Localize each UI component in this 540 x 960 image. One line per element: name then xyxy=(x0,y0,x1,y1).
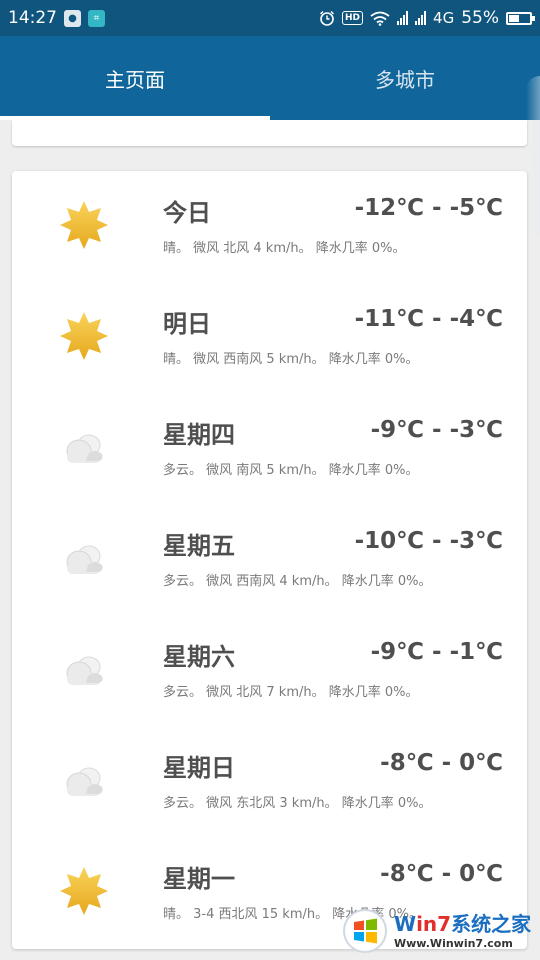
forecast-day: 今日 xyxy=(163,199,211,227)
status-bar: 14:27 ● ⌗ HD 4G 55% xyxy=(0,0,540,36)
cloud-icon xyxy=(58,421,110,473)
tab-home-label: 主页面 xyxy=(105,67,165,92)
tab-bar: 主页面 多城市 xyxy=(0,36,540,236)
forecast-temp: -9℃ - -3℃ xyxy=(370,417,503,443)
wifi-icon xyxy=(370,11,390,26)
hd-badge: HD xyxy=(342,11,364,25)
signal-icon-2 xyxy=(415,11,427,25)
forecast-row[interactable]: 明日 -11℃ - -4℃ 晴。 微风 西南风 5 km/h。 降水几率 0%。 xyxy=(12,282,527,393)
tab-multi-city[interactable]: 多城市 xyxy=(270,36,540,120)
status-right: HD 4G 55% xyxy=(319,8,535,28)
forecast-row[interactable]: 星期一 -8℃ - 0℃ 晴。 3-4 西北风 15 km/h。 降水几率 0%。 xyxy=(12,837,527,948)
forecast-card: 今日 -12℃ - -5℃ 晴。 微风 北风 4 km/h。 降水几率 0%。明日 -… xyxy=(12,171,527,949)
signal-icon xyxy=(397,11,409,25)
forecast-temp: -9℃ - -1℃ xyxy=(370,639,503,665)
scan-icon: ⌗ xyxy=(88,9,105,27)
forecast-desc: 晴。 3-4 西北风 15 km/h。 降水几率 0%。 xyxy=(163,907,423,922)
forecast-row[interactable]: 星期五 -10℃ - -3℃ 多云。 微风 西南风 4 km/h。 降水几率 0%。 xyxy=(12,504,527,615)
forecast-day: 星期四 xyxy=(163,421,235,449)
cloud-icon xyxy=(58,532,110,584)
forecast-temp: -12℃ - -5℃ xyxy=(354,195,503,221)
forecast-day: 明日 xyxy=(163,310,211,338)
status-time: 14:27 xyxy=(8,8,57,28)
forecast-day: 星期日 xyxy=(163,754,235,782)
forecast-row[interactable]: 星期日 -8℃ - 0℃ 多云。 微风 东北风 3 km/h。 降水几率 0%。 xyxy=(12,726,527,837)
forecast-temp: -8℃ - 0℃ xyxy=(380,861,503,887)
forecast-temp: -11℃ - -4℃ xyxy=(354,306,503,332)
forecast-row[interactable]: 星期六 -9℃ - -1℃ 多云。 微风 北风 7 km/h。 降水几率 0%。 xyxy=(12,615,527,726)
notification-icon: ● xyxy=(64,9,81,27)
tab-multi-city-label: 多城市 xyxy=(375,67,435,92)
forecast-row[interactable]: 星期四 -9℃ - -3℃ 多云。 微风 南风 5 km/h。 降水几率 0%。 xyxy=(12,393,527,504)
sun-icon xyxy=(58,199,110,251)
forecast-row[interactable]: 今日 -12℃ - -5℃ 晴。 微风 北风 4 km/h。 降水几率 0%。 xyxy=(12,171,527,282)
forecast-desc: 晴。 微风 西南风 5 km/h。 降水几率 0%。 xyxy=(163,352,419,367)
cloud-icon xyxy=(58,643,110,695)
tab-home[interactable]: 主页面 xyxy=(0,36,270,120)
status-left: 14:27 ● ⌗ xyxy=(8,8,105,28)
forecast-day: 星期五 xyxy=(163,532,235,560)
alarm-icon xyxy=(320,11,335,26)
cloud-icon xyxy=(58,754,110,806)
sun-icon xyxy=(58,310,110,362)
forecast-desc: 多云。 微风 东北风 3 km/h。 降水几率 0%。 xyxy=(163,796,432,811)
forecast-desc: 多云。 微风 北风 7 km/h。 降水几率 0%。 xyxy=(163,685,419,700)
current-weather-card xyxy=(12,120,527,146)
battery-text: 55% xyxy=(461,8,499,28)
forecast-desc: 多云。 微风 西南风 4 km/h。 降水几率 0%。 xyxy=(163,574,432,589)
network-type: 4G xyxy=(433,9,455,27)
forecast-day: 星期六 xyxy=(163,643,235,671)
forecast-temp: -10℃ - -3℃ xyxy=(354,528,503,554)
forecast-desc: 晴。 微风 北风 4 km/h。 降水几率 0%。 xyxy=(163,241,406,256)
forecast-day: 星期一 xyxy=(163,865,235,893)
forecast-temp: -8℃ - 0℃ xyxy=(380,750,503,776)
sun-icon xyxy=(58,865,110,917)
forecast-desc: 多云。 微风 南风 5 km/h。 降水几率 0%。 xyxy=(163,463,419,478)
battery-icon xyxy=(506,11,535,25)
